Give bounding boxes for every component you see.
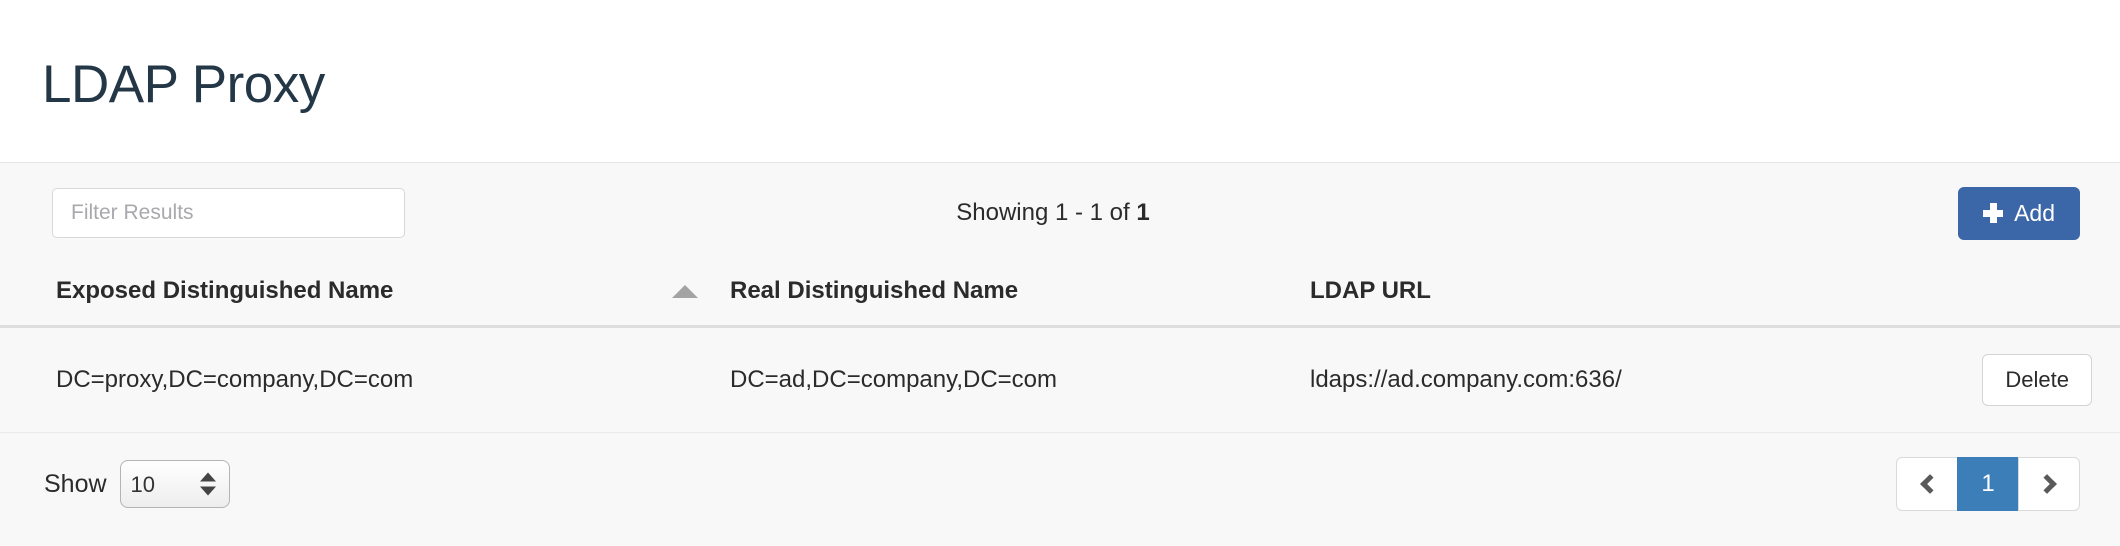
sort-ascending-icon[interactable] (672, 284, 698, 298)
page-size-select[interactable]: 10 (119, 460, 230, 508)
add-button[interactable]: Add (1958, 186, 2080, 240)
cell-exposed-dn: DC=proxy,DC=company,DC=com (0, 326, 730, 433)
add-button-label: Add (2014, 199, 2055, 226)
content-panel: Showing 1 - 1 of 1 Add Exposed Distingui… (0, 163, 2120, 546)
table-footer: Show 10 1 (0, 433, 2106, 511)
ldap-proxy-table: Exposed Distinguished Name Real Distingu… (0, 263, 2120, 433)
show-label: Show (44, 469, 107, 498)
column-header-exposed-dn-label: Exposed Distinguished Name (56, 277, 394, 304)
filter-input[interactable] (52, 188, 405, 238)
table-header-row: Exposed Distinguished Name Real Distingu… (0, 263, 2120, 328)
table-row: DC=proxy,DC=company,DC=com DC=ad,DC=comp… (0, 326, 2120, 433)
table-body: DC=proxy,DC=company,DC=com DC=ad,DC=comp… (0, 326, 2120, 433)
page-title: LDAP Proxy (42, 54, 325, 114)
column-header-ldap-url[interactable]: LDAP URL (1310, 263, 1870, 328)
delete-button[interactable]: Delete (1982, 354, 2092, 406)
pagination: 1 (1896, 457, 2080, 511)
column-header-real-dn-label: Real Distinguished Name (730, 277, 1019, 304)
pagination-next-button[interactable] (2018, 457, 2080, 511)
plus-icon (1983, 203, 2004, 223)
cell-ldap-url: ldaps://ad.company.com:636/ (1310, 326, 1870, 433)
pagination-prev-button[interactable] (1896, 457, 1958, 511)
showing-total: 1 (1136, 199, 1150, 226)
cell-actions: Delete (1870, 326, 2120, 433)
column-header-ldap-url-label: LDAP URL (1310, 277, 1431, 304)
column-header-exposed-dn[interactable]: Exposed Distinguished Name (0, 263, 730, 328)
table-head: Exposed Distinguished Name Real Distingu… (0, 263, 2120, 328)
cell-real-dn: DC=ad,DC=company,DC=com (730, 326, 1310, 433)
column-header-real-dn[interactable]: Real Distinguished Name (730, 263, 1310, 328)
showing-range: 1 - 1 (1054, 199, 1104, 226)
showing-prefix: Showing (956, 199, 1055, 226)
table-toolbar: Showing 1 - 1 of 1 Add (0, 163, 2106, 263)
page-size-group: Show 10 (44, 460, 230, 508)
chevron-right-icon (2036, 474, 2057, 494)
chevron-left-icon (1919, 474, 1940, 494)
page-size-select-wrap: 10 (119, 460, 230, 508)
ldap-proxy-page: LDAP Proxy Showing 1 - 1 of 1 Add (0, 0, 2120, 546)
column-header-actions (1870, 263, 2120, 328)
page-header: LDAP Proxy (0, 0, 2120, 163)
showing-of: of (1103, 199, 1137, 226)
pagination-page-1-button[interactable]: 1 (1957, 457, 2019, 511)
